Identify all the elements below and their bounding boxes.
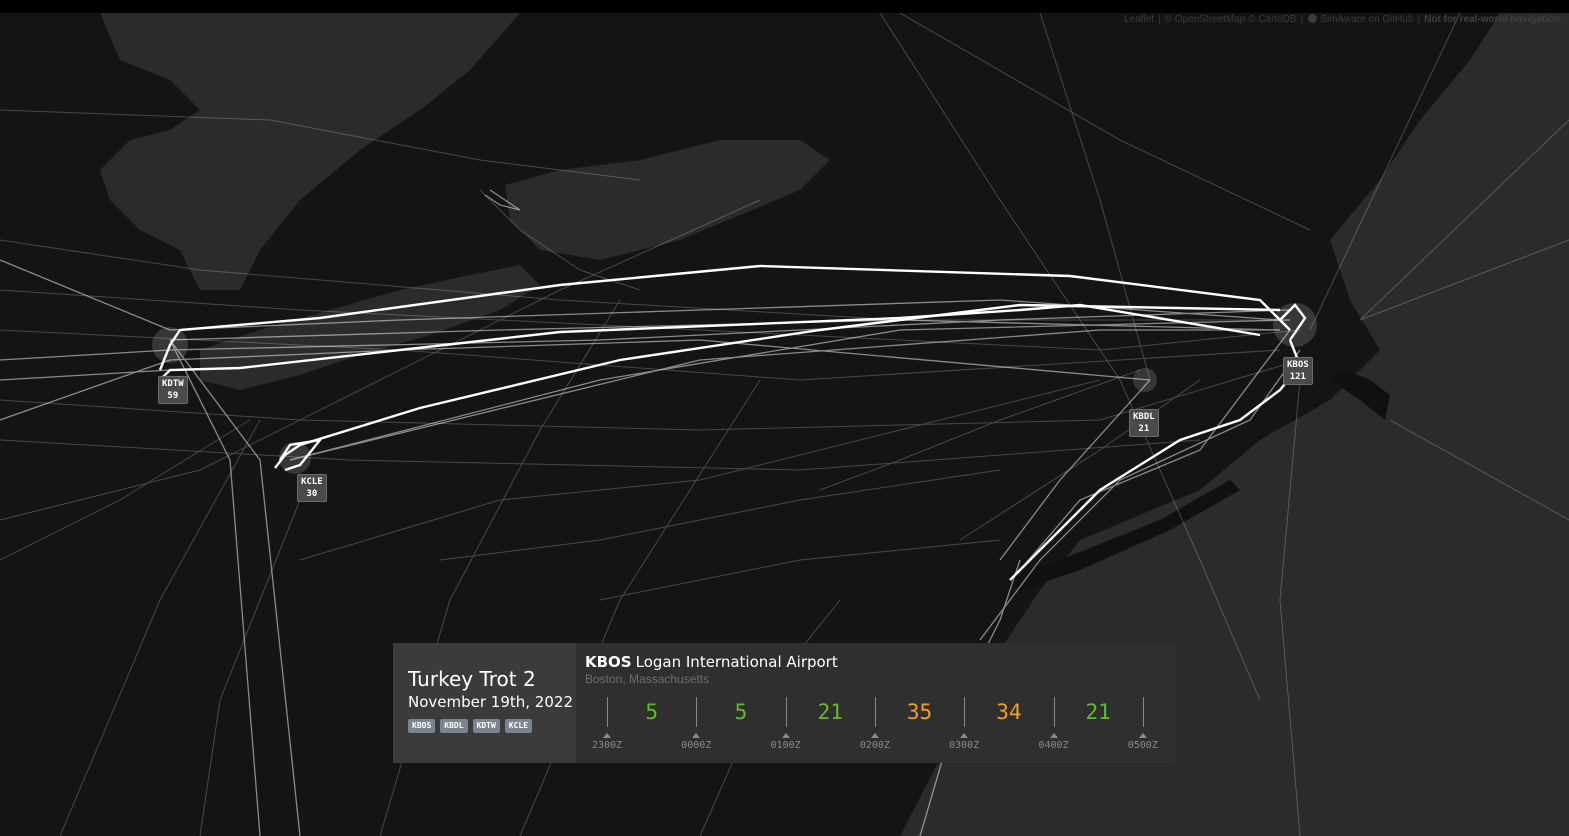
map-attribution: Leaflet | © OpenStreetMap © CartoDB | SimAwa… [1124,14,1563,25]
timeline-time-label: 0000Z [681,740,712,751]
airport-name: Logan International Airport [635,653,838,671]
timeline-count[interactable]: 5 [711,700,771,724]
event-tag[interactable]: KDTW [472,719,500,733]
timeline-tick [696,697,698,727]
timeline-time-label: 0300Z [949,740,980,751]
airport-heading: KBOS Logan International Airport [585,653,1175,671]
map-app: Leaflet | © OpenStreetMap © CartoDB | SimAwa… [0,0,1569,836]
timeline-tick [1142,697,1144,727]
event-tag[interactable]: KBDL [440,719,468,733]
timeline-tick [1053,697,1055,727]
timeline-time-label: 0100Z [770,740,801,751]
timeline-count[interactable]: 35 [890,700,950,724]
event-title: Turkey Trot 2 [408,667,536,691]
timeline-tick-arrow-icon [960,733,969,738]
event-tag[interactable]: KCLE [504,719,533,733]
timeline-tick-arrow-icon [692,733,701,738]
timeline-time-label: 0500Z [1127,740,1158,751]
timeline-time-label: 0400Z [1038,740,1069,751]
timeline-tick [607,697,608,727]
carto-link[interactable]: © CartoDB [1248,14,1297,25]
airport-marker-code: KBDL [1133,412,1155,422]
airport-details: KBOS Logan International Airport Boston, … [576,643,1175,763]
airport-marker-kbos[interactable]: KBOS 121 [1283,357,1313,385]
event-date: November 19th, 2022 [408,693,573,711]
timeline-time-label: 2300Z [591,740,623,751]
disclaimer-text: Not for real-world navigation. [1424,14,1563,25]
airport-location: Boston, Massachusetts [585,672,710,686]
info-panel: Turkey Trot 2 November 19th, 2022 KBOS K… [393,643,1175,763]
leaflet-link[interactable]: Leaflet [1124,14,1154,25]
airport-marker-count: 59 [167,391,179,401]
timeline-tick-arrow-icon [870,733,879,738]
event-tags: KBOS KBDL KDTW KCLE [408,719,576,733]
github-link[interactable]: SimAware on GitHub [1320,14,1413,25]
airport-marker-kbdl[interactable]: KBDL 21 [1129,409,1159,437]
airport-marker-code: KCLE [301,477,323,487]
timeline-count[interactable]: 21 [800,700,860,724]
lake-huron-michigan [100,13,520,290]
timeline-tick-arrow-icon [781,733,790,738]
event-box: Turkey Trot 2 November 19th, 2022 KBOS K… [393,643,576,763]
timeline-tick [874,697,876,727]
timeline-count[interactable]: 34 [979,700,1039,724]
timeline-tick-arrow-icon [1138,733,1147,738]
airport-marker-kcle[interactable]: KCLE 30 [297,474,327,502]
timeline-tick [785,697,787,727]
event-tag[interactable]: KBOS [408,719,436,733]
timeline-count[interactable]: 21 [1068,700,1128,724]
airport-marker-code: KBOS [1287,360,1309,370]
airport-marker-kdtw[interactable]: KDTW 59 [158,376,188,404]
timeline-tick-arrow-icon [603,733,611,738]
airport-marker-count: 30 [306,489,318,499]
top-bar [0,0,1569,13]
airport-marker-count: 21 [1138,424,1150,434]
airport-code: KBOS [585,653,632,671]
timeline-time-label: 0200Z [859,740,890,751]
timeline-tick [964,697,966,727]
airport-marker-code: KDTW [162,379,184,389]
timeline-count[interactable]: 5 [622,700,682,724]
airport-marker-count: 121 [1289,372,1306,382]
osm-link[interactable]: © OpenStreetMap [1165,14,1246,25]
github-icon [1308,14,1318,23]
timeline-tick-arrow-icon [1049,733,1058,738]
